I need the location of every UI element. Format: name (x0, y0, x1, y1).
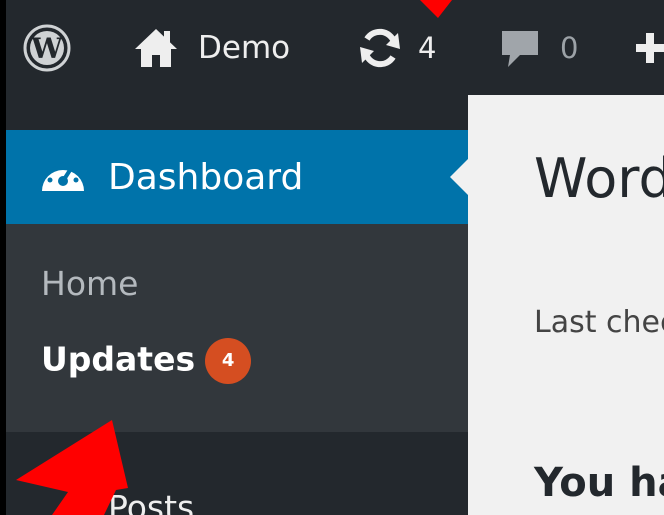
submenu-home-label: Home (41, 264, 139, 303)
menu-dashboard-label: Dashboard (108, 156, 304, 198)
updates-count: 4 (418, 30, 437, 65)
menu-dashboard[interactable]: Dashboard (6, 130, 469, 224)
submenu-updates[interactable]: Updates 4 (41, 338, 252, 384)
submenu-updates-label: Updates (41, 339, 196, 379)
updates-icon (360, 28, 400, 67)
site-name-menu[interactable]: Demo (132, 0, 290, 95)
admin-bar-comments[interactable]: 0 (498, 0, 578, 95)
admin-bar-updates[interactable]: 4 (356, 0, 436, 95)
site-name-label: Demo (198, 29, 291, 66)
update-count-badge: 4 (205, 338, 252, 384)
admin-bar-new-content[interactable] (634, 0, 664, 95)
dashboard-submenu: Home Updates 4 (6, 224, 468, 432)
dashboard-gauge-icon (42, 162, 84, 191)
admin-bar: W Demo 4 0 (6, 0, 664, 95)
submenu-home[interactable]: Home (41, 264, 138, 303)
updates-heading: You have (534, 460, 664, 506)
menu-posts-label: Posts (108, 488, 195, 515)
admin-sidebar: Dashboard Home Updates 4 Posts (6, 95, 469, 515)
comments-icon (502, 30, 538, 67)
main-content: WordPress Updates Last checked on You ha… (468, 95, 664, 515)
menu-posts[interactable]: Posts (6, 432, 468, 515)
current-menu-arrow (450, 158, 469, 196)
wp-logo-menu[interactable]: W (22, 0, 72, 95)
new-content-icon (636, 32, 664, 63)
wordpress-logo-icon: W (23, 24, 71, 71)
svg-text:W: W (30, 32, 63, 65)
page-title: WordPress Updates (534, 147, 664, 210)
home-icon (135, 28, 177, 67)
wp-admin-screen: W Demo 4 0 Dashboard Home Updates 4 Post… (6, 0, 664, 515)
comments-count: 0 (560, 30, 579, 65)
last-checked-text: Last checked on (534, 305, 664, 340)
